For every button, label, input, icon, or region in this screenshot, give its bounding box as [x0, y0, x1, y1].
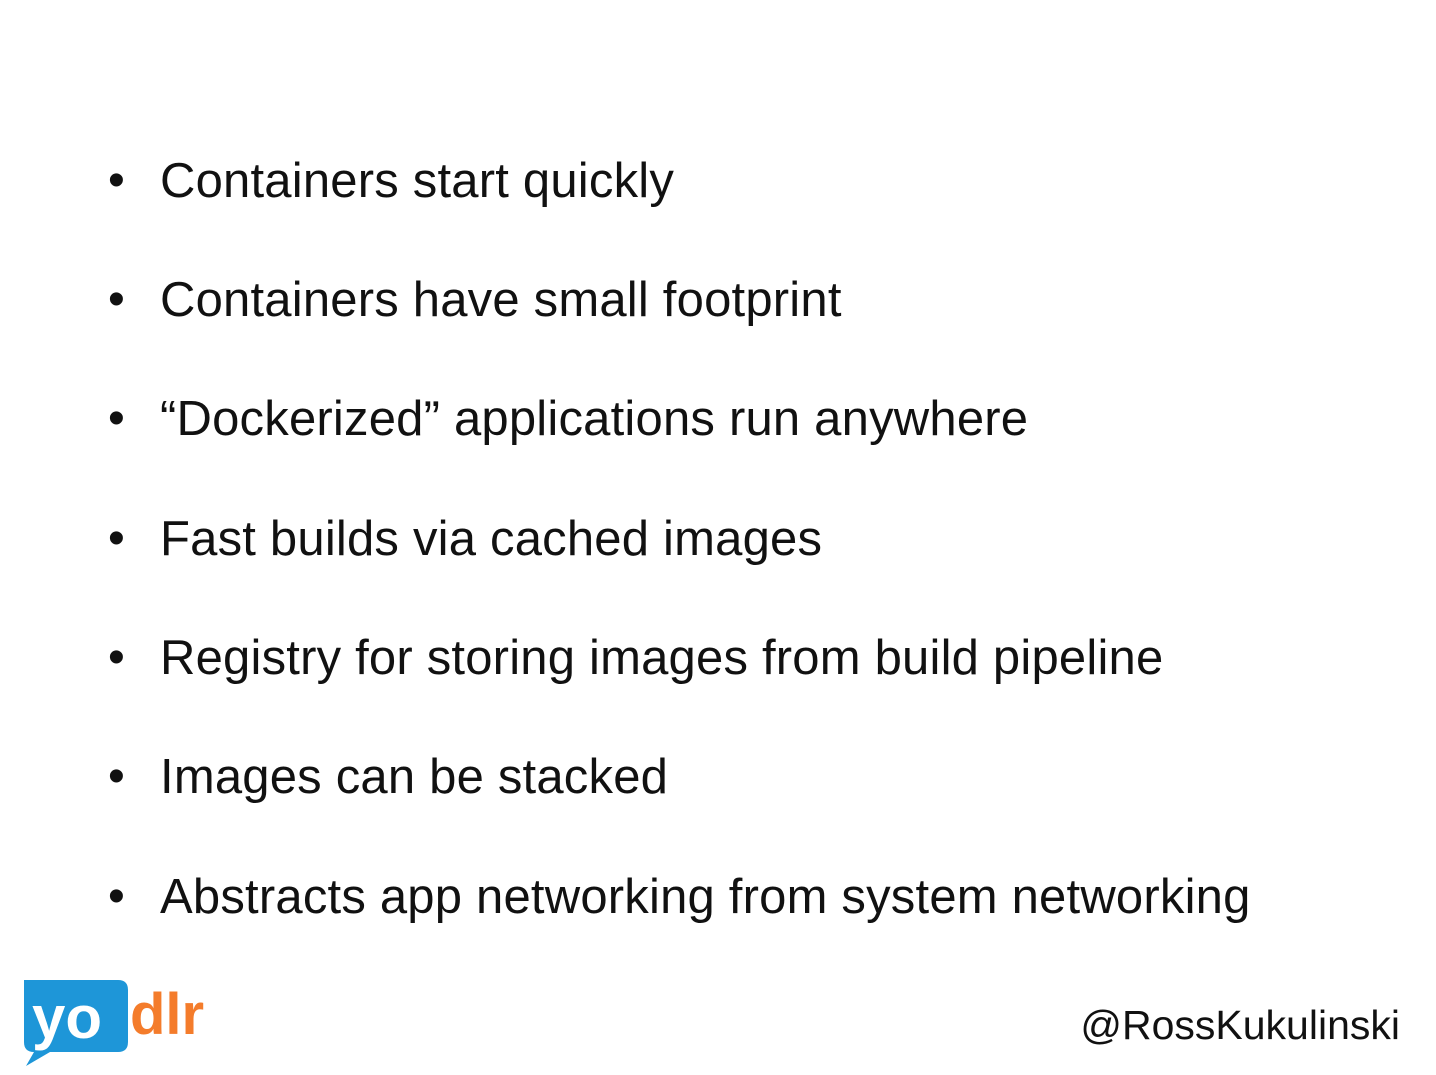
bullet-text: Containers have small footprint — [160, 272, 842, 327]
bullet-icon: • — [108, 750, 125, 803]
bullet-icon: • — [108, 154, 125, 207]
bullet-item: • Fast builds via cached images — [108, 504, 822, 574]
bullet-text: “Dockerized” applications run anywhere — [160, 391, 1029, 446]
bullet-icon: • — [108, 392, 125, 445]
bullet-item: • Containers have small footprint — [108, 265, 842, 335]
twitter-handle: @RossKukulinski — [1080, 1002, 1400, 1048]
bullet-text: Abstracts app networking from system net… — [160, 869, 1251, 924]
yodlr-logo: yo dlr — [24, 980, 204, 1066]
slide: • Containers start quickly • Containers … — [0, 0, 1436, 1075]
bullet-icon: • — [108, 870, 125, 923]
logo-yo-text: yo — [32, 984, 102, 1051]
logo-dlr-text: dlr — [130, 982, 204, 1047]
bullet-item: • Abstracts app networking from system n… — [108, 862, 1251, 932]
bullet-item: • Images can be stacked — [108, 742, 668, 812]
bullet-item: • Containers start quickly — [108, 146, 674, 216]
bullet-icon: • — [108, 273, 125, 326]
bullet-text: Fast builds via cached images — [160, 511, 823, 566]
bullet-item: • “Dockerized” applications run anywhere — [108, 384, 1028, 454]
bullet-icon: • — [108, 512, 125, 565]
bullet-text: Registry for storing images from build p… — [160, 630, 1164, 685]
bullet-text: Images can be stacked — [160, 749, 669, 804]
bullet-item: • Registry for storing images from build… — [108, 623, 1163, 693]
bullet-icon: • — [108, 631, 125, 684]
bullet-text: Containers start quickly — [160, 153, 675, 208]
